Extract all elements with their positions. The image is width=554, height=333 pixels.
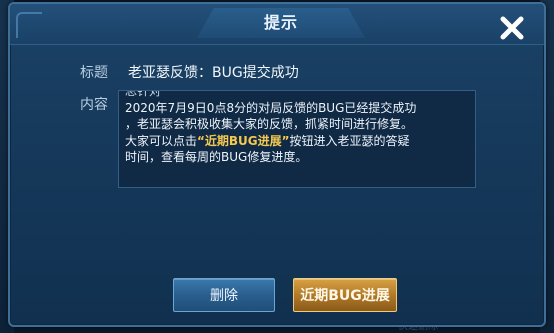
corner-ornament [16, 12, 42, 38]
dialog-title: 提示 [263, 13, 298, 32]
content-text: 按钮进入老亚瑟的答疑 [289, 133, 410, 148]
close-button[interactable] [492, 10, 532, 46]
message-title: 老亚瑟反馈：BUG提交成功 [128, 65, 299, 81]
content-cut-line: 总针对 [125, 90, 162, 98]
content-line: 2020年7月9日0点8分的对局反馈的BUG已经提交成功 [125, 100, 417, 115]
content-line: 时间，查看每周的BUG修复进度。 [125, 150, 308, 164]
delete-button[interactable]: 删除 [173, 278, 275, 312]
content-label: 内容 [80, 97, 108, 113]
notice-dialog: 提示 标题 老亚瑟反馈：BUG提交成功 内容 总针对 2020年7月9日0点8分… [8, 2, 546, 327]
bug-progress-button[interactable]: 近期BUG进展 [293, 278, 397, 312]
content-text: 大家可以点击 [125, 133, 198, 148]
content-line: ，老亚瑟会积极收集大家的反馈，抓紧时间进行修复。 [125, 117, 414, 131]
message-content: 总针对 2020年7月9日0点8分的对局反馈的BUG已经提交成功 ，老亚瑟会积极… [125, 90, 469, 166]
content-line: 大家可以点击“近期BUG进展”按钮进入老亚瑟的答疑 [125, 133, 469, 150]
message-content-box[interactable]: 总针对 2020年7月9日0点8分的对局反馈的BUG已经提交成功 ，老亚瑟会积极… [118, 90, 476, 188]
dialog-titlebar: 提示 [10, 4, 544, 45]
title-label: 标题 [80, 65, 108, 81]
close-icon [499, 15, 525, 41]
progress-highlight: “近期BUG进展” [197, 133, 290, 148]
